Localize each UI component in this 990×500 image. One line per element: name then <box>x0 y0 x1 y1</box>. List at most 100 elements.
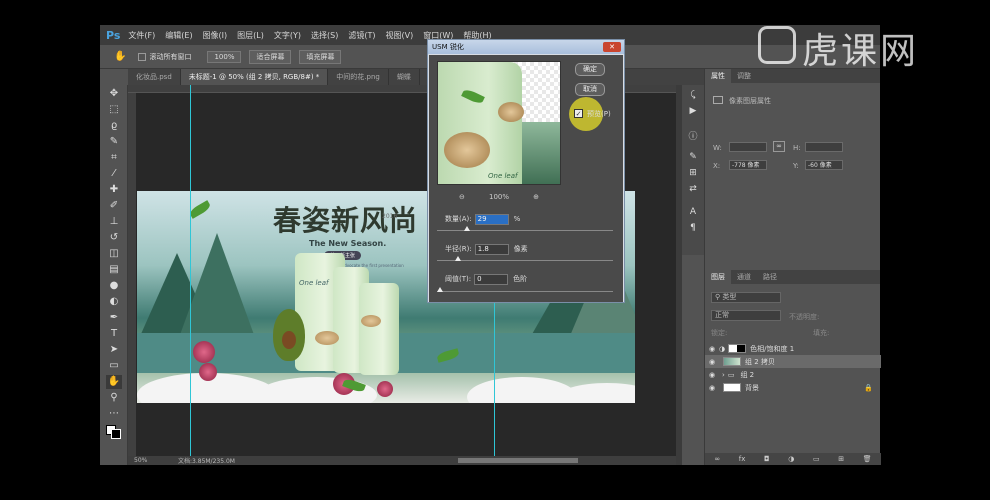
tab-layers[interactable]: 图层 <box>705 270 731 284</box>
radius-input[interactable]: 1.8 <box>474 243 509 255</box>
info-icon[interactable]: ⓘ <box>682 129 704 142</box>
slider-knob[interactable] <box>455 256 461 261</box>
eye-icon[interactable]: ◉ <box>705 384 719 392</box>
blur-tool-icon[interactable]: ● <box>106 279 122 293</box>
height-input[interactable] <box>805 142 843 152</box>
layer-background[interactable]: ◉ 背景 🔒 <box>705 381 881 394</box>
crop-tool-icon[interactable]: ⌗ <box>106 151 122 165</box>
eyedropper-tool-icon[interactable]: ⁄ <box>106 167 122 181</box>
menu-filter[interactable]: 滤镜(T) <box>348 30 375 41</box>
tab-adjustments[interactable]: 调整 <box>731 71 757 81</box>
menu-layer[interactable]: 图层(L) <box>237 30 264 41</box>
history-icon[interactable]: ⤹ <box>682 90 704 101</box>
adjust-icon[interactable]: ⇄ <box>682 184 704 195</box>
fit-screen-button[interactable]: 适合屏幕 <box>249 49 292 64</box>
quick-select-tool-icon[interactable]: ✎ <box>106 135 122 149</box>
menu-file[interactable]: 文件(F) <box>128 30 155 41</box>
color-swatches-icon[interactable] <box>106 423 122 439</box>
width-input[interactable] <box>729 142 767 152</box>
zoom-in-icon[interactable]: ⊕ <box>533 193 539 201</box>
eye-icon[interactable]: ◉ <box>705 345 719 353</box>
adjustment-layer-icon[interactable]: ◑ <box>788 455 794 463</box>
layer-filter-select[interactable]: ⚲ 类型 <box>711 292 781 303</box>
slider-knob[interactable] <box>464 226 470 231</box>
radius-slider[interactable] <box>437 256 613 261</box>
link-icon[interactable]: ∞ <box>773 141 785 152</box>
zoom-tool-icon[interactable]: ⚲ <box>106 391 122 405</box>
layer-group2-copy[interactable]: ◉ 组 2 拷贝 <box>705 355 881 368</box>
amount-input[interactable]: 29 <box>474 213 509 225</box>
menu-select[interactable]: 选择(S) <box>311 30 338 41</box>
path-select-tool-icon[interactable]: ➤ <box>106 343 122 357</box>
ok-button[interactable]: 确定 <box>575 63 605 76</box>
marquee-tool-icon[interactable]: ⬚ <box>106 103 122 117</box>
stamp-tool-icon[interactable]: ⊥ <box>106 215 122 229</box>
trash-icon[interactable]: 🗑 <box>863 455 872 463</box>
character-icon[interactable]: A <box>682 207 704 218</box>
threshold-input[interactable]: 0 <box>474 273 509 285</box>
folder-icon: ▭ <box>727 370 735 379</box>
preview-zoom-level: 100% <box>488 193 509 201</box>
eye-icon[interactable]: ◉ <box>705 371 719 379</box>
preview-checkbox[interactable]: ✓ <box>574 109 583 118</box>
status-zoom[interactable]: 50% <box>134 457 164 464</box>
brush-preset-icon[interactable]: ✎ <box>682 152 704 163</box>
tab-channels[interactable]: 通道 <box>731 272 757 282</box>
eye-icon[interactable]: ◉ <box>705 358 719 366</box>
preview-cap <box>498 102 524 122</box>
tab-untitled[interactable]: 未标题-1 @ 50% (组 2 拷贝, RGB/8#) * <box>180 69 329 85</box>
filter-preview[interactable]: One leaf <box>437 61 561 185</box>
tab-middle-flower[interactable]: 中间的花.png <box>328 69 389 85</box>
x-input[interactable]: -778 像素 <box>729 160 767 170</box>
layer-group2[interactable]: ◉ › ▭ 组 2 <box>705 368 881 381</box>
history-brush-icon[interactable]: ↺ <box>106 231 122 245</box>
blend-mode-select[interactable]: 正常 <box>711 310 781 321</box>
amount-slider[interactable] <box>437 226 613 231</box>
cancel-button[interactable]: 取消 <box>575 83 605 96</box>
zoom-out-icon[interactable]: ⊖ <box>459 193 465 201</box>
new-layer-icon[interactable]: ⊞ <box>838 455 844 463</box>
paragraph-icon[interactable]: ¶ <box>682 223 704 234</box>
threshold-slider[interactable] <box>437 287 613 292</box>
eraser-tool-icon[interactable]: ◫ <box>106 247 122 261</box>
fill-screen-button[interactable]: 填充屏幕 <box>299 49 342 64</box>
y-input[interactable]: -60 像素 <box>805 160 843 170</box>
link-layers-icon[interactable]: ∞ <box>714 455 720 463</box>
scroll-all-label: 滚动所有窗口 <box>149 52 192 61</box>
pen-tool-icon[interactable]: ✒ <box>106 311 122 325</box>
clone-source-icon[interactable]: ⊞ <box>682 168 704 179</box>
tab-properties[interactable]: 属性 <box>705 69 731 83</box>
menu-image[interactable]: 图像(I) <box>203 30 228 41</box>
type-tool-icon[interactable]: T <box>106 327 122 341</box>
scroll-all-checkbox[interactable] <box>138 52 147 61</box>
move-tool-icon[interactable]: ✥ <box>106 87 122 101</box>
guide-line[interactable] <box>190 85 191 456</box>
lock-icon: 🔒 <box>864 383 873 392</box>
new-group-icon[interactable]: ▭ <box>813 455 820 463</box>
horizontal-scrollbar[interactable] <box>458 458 578 463</box>
slider-knob[interactable] <box>437 287 443 292</box>
expand-arrow-icon[interactable]: › <box>722 371 725 379</box>
hand-tool-active-icon[interactable]: ✋ <box>106 375 122 389</box>
zoom-100-button[interactable]: 100% <box>207 50 242 63</box>
brush-tool-icon[interactable]: ✐ <box>106 199 122 213</box>
layer-hue-saturation[interactable]: ◉ ◑ 色相/饱和度 1 <box>705 342 881 355</box>
lasso-tool-icon[interactable]: ϱ <box>106 119 122 133</box>
add-mask-icon[interactable]: ◘ <box>764 455 770 463</box>
menu-type[interactable]: 文字(Y) <box>274 30 301 41</box>
dialog-titlebar[interactable]: USM 锐化 ✕ <box>428 40 624 54</box>
dodge-tool-icon[interactable]: ◐ <box>106 295 122 309</box>
tab-butterfly[interactable]: 蝴蝶 <box>389 69 420 85</box>
menu-edit[interactable]: 编辑(E) <box>165 30 192 41</box>
fx-icon[interactable]: fx <box>739 455 746 463</box>
play-icon[interactable]: ▶ <box>682 106 704 117</box>
properties-title: 像素图层属性 <box>729 97 771 105</box>
menu-view[interactable]: 视图(V) <box>385 30 413 41</box>
healing-tool-icon[interactable]: ✚ <box>106 183 122 197</box>
close-icon[interactable]: ✕ <box>603 42 621 52</box>
more-tools-icon[interactable]: ⋯ <box>106 407 122 421</box>
tab-paths[interactable]: 路径 <box>757 272 783 282</box>
tab-cosmetics[interactable]: 化妆品.psd <box>128 69 181 85</box>
shape-tool-icon[interactable]: ▭ <box>106 359 122 373</box>
gradient-tool-icon[interactable]: ▤ <box>106 263 122 277</box>
